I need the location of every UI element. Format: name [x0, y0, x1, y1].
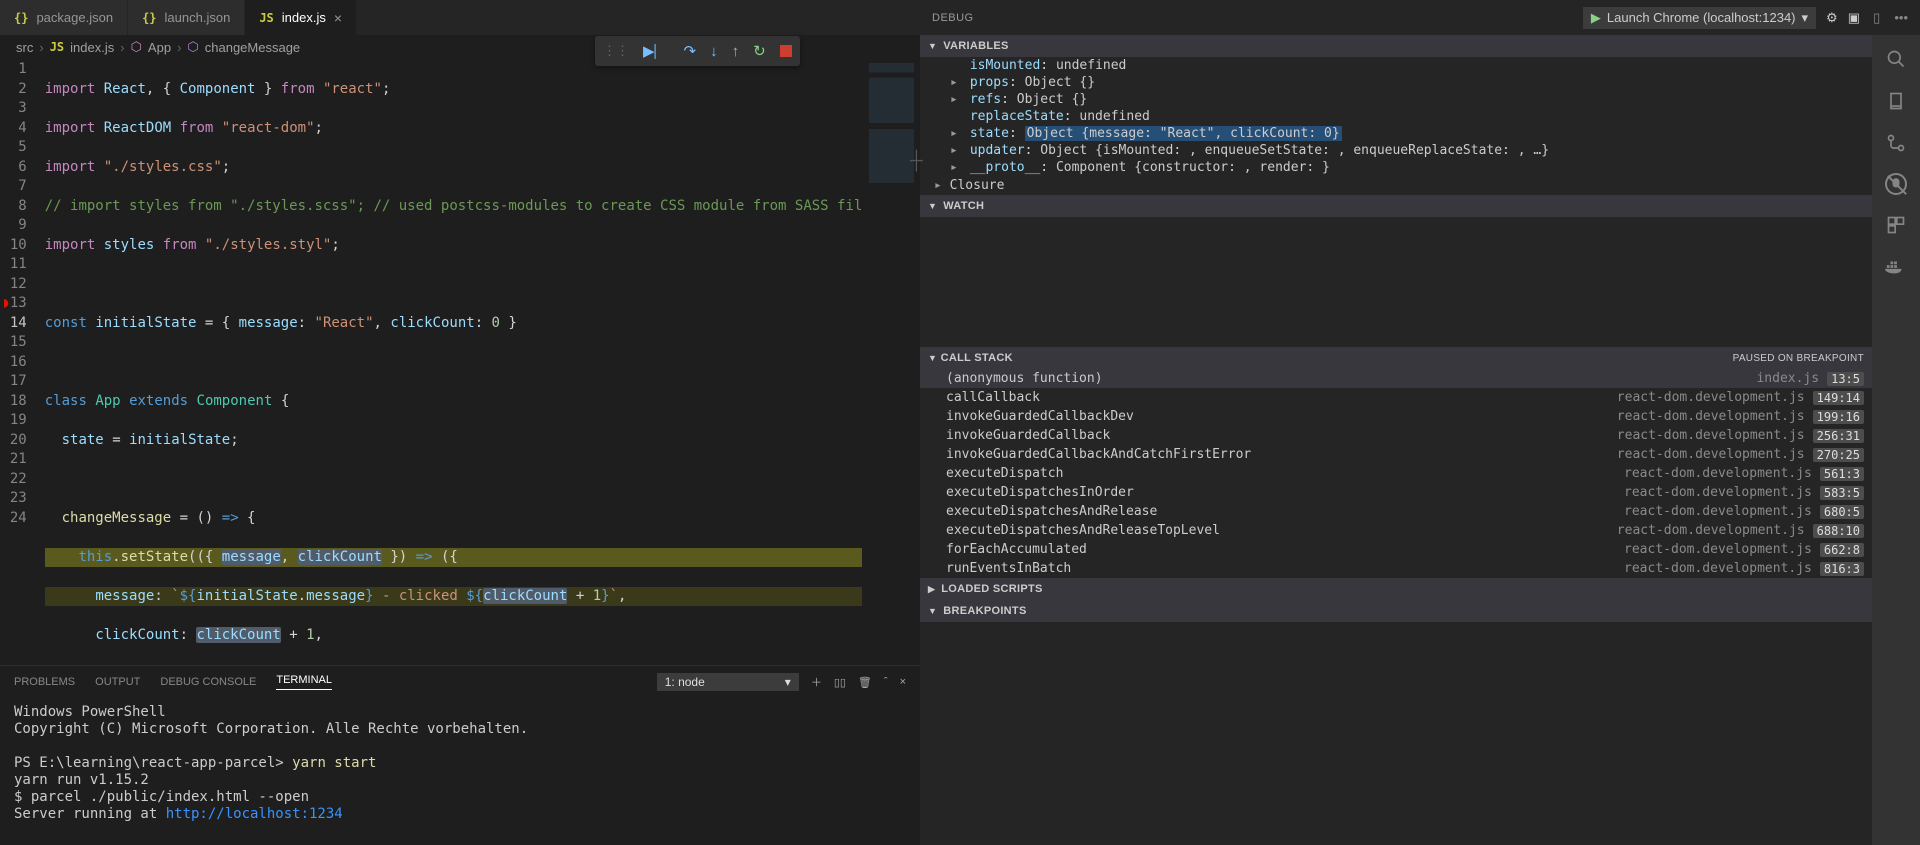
code-editor[interactable]: 123456789101112 ◗13 14151617181920212223… — [0, 59, 920, 665]
chevron-down-icon: ▼ — [928, 41, 937, 51]
callstack-row[interactable]: executeDispatchesAndReleaseTopLevelreact… — [920, 521, 1872, 540]
breadcrumb-folder[interactable]: src — [16, 40, 33, 55]
panel-tab-output[interactable]: OUTPUT — [95, 676, 140, 688]
close-tab-icon[interactable]: × — [334, 10, 342, 26]
kill-terminal-icon[interactable]: 🗑 — [858, 676, 872, 689]
bottom-panel: PROBLEMS OUTPUT DEBUG CONSOLE TERMINAL 1… — [0, 665, 920, 845]
step-over-button[interactable]: ↷ — [684, 42, 697, 60]
panel-tab-terminal[interactable]: TERMINAL — [276, 674, 332, 690]
scope-closure[interactable]: ▸ Closure — [920, 176, 1872, 195]
variables-section-header[interactable]: ▼ VARIABLES — [920, 35, 1872, 57]
stop-button[interactable] — [780, 45, 792, 57]
breakpoints-section-header[interactable]: ▼ BREAKPOINTS — [920, 600, 1872, 622]
callstack-body[interactable]: (anonymous function)index.js13:5callCall… — [920, 369, 1872, 578]
chevron-down-icon: ▾ — [1802, 10, 1809, 26]
watch-section-header[interactable]: ▼ WATCH — [920, 195, 1872, 217]
callstack-row[interactable]: invokeGuardedCallbackDevreact-dom.develo… — [920, 407, 1872, 426]
breakpoint-icon[interactable]: ◗ — [2, 294, 10, 314]
variable-row[interactable]: ▸ __proto__: Component {constructor: , r… — [920, 159, 1872, 176]
debug-toolbar[interactable]: ⋮⋮ ▶⎸ ↷ ↓ ↑ ↻ — [595, 36, 800, 66]
play-icon[interactable]: ▶ — [1591, 10, 1601, 26]
terminal-body[interactable]: Windows PowerShell Copyright (C) Microso… — [0, 698, 920, 845]
line-gutter[interactable]: 123456789101112 ◗13 14151617181920212223… — [0, 59, 45, 665]
tab-launch-json[interactable]: {} launch.json — [128, 0, 245, 35]
tab-label: index.js — [282, 10, 326, 25]
tab-index-js[interactable]: JS index.js × — [245, 0, 357, 35]
split-terminal-icon[interactable]: ▯▯ — [834, 676, 846, 689]
callstack-row[interactable]: executeDispatchesInOrderreact-dom.develo… — [920, 483, 1872, 502]
variable-row[interactable]: replaceState: undefined — [920, 108, 1872, 125]
chevron-down-icon: ▼ — [928, 606, 937, 616]
debug-console-icon[interactable]: ▣ — [1848, 10, 1860, 26]
panel-tab-debug-console[interactable]: DEBUG CONSOLE — [160, 676, 256, 688]
code-area[interactable]: import React, { Component } from "react"… — [45, 59, 863, 665]
tab-label: launch.json — [165, 10, 231, 25]
variable-row[interactable]: isMounted: undefined — [920, 57, 1872, 74]
chevron-right-icon: › — [39, 40, 43, 55]
step-into-button[interactable]: ↓ — [710, 43, 718, 60]
variable-row[interactable]: ▸ props: Object {} — [920, 74, 1872, 91]
watch-body[interactable] — [920, 217, 1872, 347]
chevron-right-icon: ▶ — [928, 584, 935, 595]
files-icon — [1884, 89, 1908, 113]
callstack-row[interactable]: invokeGuardedCallbackreact-dom.developme… — [920, 426, 1872, 445]
tab-label: package.json — [36, 10, 113, 25]
step-out-button[interactable]: ↑ — [732, 43, 740, 60]
callstack-row[interactable]: invokeGuardedCallbackAndCatchFirstErrorr… — [920, 445, 1872, 464]
activity-bar-right — [1872, 35, 1920, 845]
tab-package-json[interactable]: {} package.json — [0, 0, 128, 35]
panel-tab-problems[interactable]: PROBLEMS — [14, 676, 75, 688]
breadcrumb-class[interactable]: App — [148, 40, 171, 55]
continue-button[interactable]: ▶⎸ — [643, 42, 670, 60]
chevron-right-icon: › — [120, 40, 124, 55]
callstack-row[interactable]: executeDispatchesAndReleasereact-dom.dev… — [920, 502, 1872, 521]
variable-row[interactable]: ▸ state: Object {message: "React", click… — [920, 125, 1872, 142]
breadcrumb-file[interactable]: index.js — [70, 40, 114, 55]
callstack-row[interactable]: (anonymous function)index.js13:5 — [920, 369, 1872, 388]
restart-button[interactable]: ↻ — [753, 42, 766, 60]
terminal-selector[interactable]: 1: node▾ — [657, 673, 799, 691]
chevron-down-icon: ▼ — [928, 201, 937, 211]
callstack-section-header: ▼ CALL STACK PAUSED ON BREAKPOINT — [920, 347, 1872, 369]
debug-config-name: Launch Chrome (localhost:1234) — [1607, 10, 1796, 25]
debug-config-selector[interactable]: ▶ Launch Chrome (localhost:1234) ▾ — [1583, 7, 1816, 29]
symbol-class-icon: ⬡ — [131, 39, 142, 55]
debug-disabled-icon[interactable] — [1885, 173, 1907, 195]
search-icon[interactable] — [1884, 47, 1908, 71]
chevron-down-icon: ▾ — [785, 675, 791, 689]
callstack-row[interactable]: forEachAccumulatedreact-dom.development.… — [920, 540, 1872, 559]
json-file-icon: {} — [142, 11, 156, 25]
loaded-scripts-section-header[interactable]: ▶ LOADED SCRIPTS — [920, 578, 1872, 600]
variables-body[interactable]: isMounted: undefined▸ props: Object {}▸ … — [920, 57, 1872, 176]
js-file-icon: JS — [259, 11, 273, 25]
more-actions-icon[interactable]: ••• — [1894, 10, 1908, 25]
chevron-right-icon: › — [177, 40, 181, 55]
symbol-method-icon: ⬡ — [187, 39, 198, 55]
new-terminal-icon[interactable]: ＋ — [811, 674, 822, 690]
gear-icon[interactable]: ⚙ — [1826, 10, 1838, 26]
maximize-panel-icon[interactable]: ˆ — [884, 676, 888, 688]
drag-handle-icon[interactable]: ⋮⋮ — [603, 43, 629, 59]
debug-view-label: DEBUG — [932, 12, 974, 24]
callstack-row[interactable]: runEventsInBatchreact-dom.development.js… — [920, 559, 1872, 578]
variable-row[interactable]: ▸ updater: Object {isMounted: , enqueueS… — [920, 142, 1872, 159]
server-url-link[interactable]: http://localhost:1234 — [166, 806, 343, 822]
chevron-down-icon: ▼ — [928, 353, 937, 363]
callstack-row[interactable]: executeDispatchreact-dom.development.js5… — [920, 464, 1872, 483]
paused-label: PAUSED ON BREAKPOINT — [1733, 353, 1864, 364]
breadcrumb-method[interactable]: changeMessage — [205, 40, 300, 55]
split-indicator-icon: ┼ — [910, 150, 923, 171]
source-control-icon[interactable] — [1884, 131, 1908, 155]
js-file-icon: JS — [50, 40, 64, 54]
callstack-row[interactable]: callCallbackreact-dom.development.js149:… — [920, 388, 1872, 407]
json-file-icon: {} — [14, 11, 28, 25]
variable-row[interactable]: ▸ refs: Object {} — [920, 91, 1872, 108]
extensions-icon[interactable] — [1884, 213, 1908, 237]
close-panel-icon[interactable]: × — [900, 676, 906, 688]
docker-icon[interactable] — [1884, 255, 1908, 279]
